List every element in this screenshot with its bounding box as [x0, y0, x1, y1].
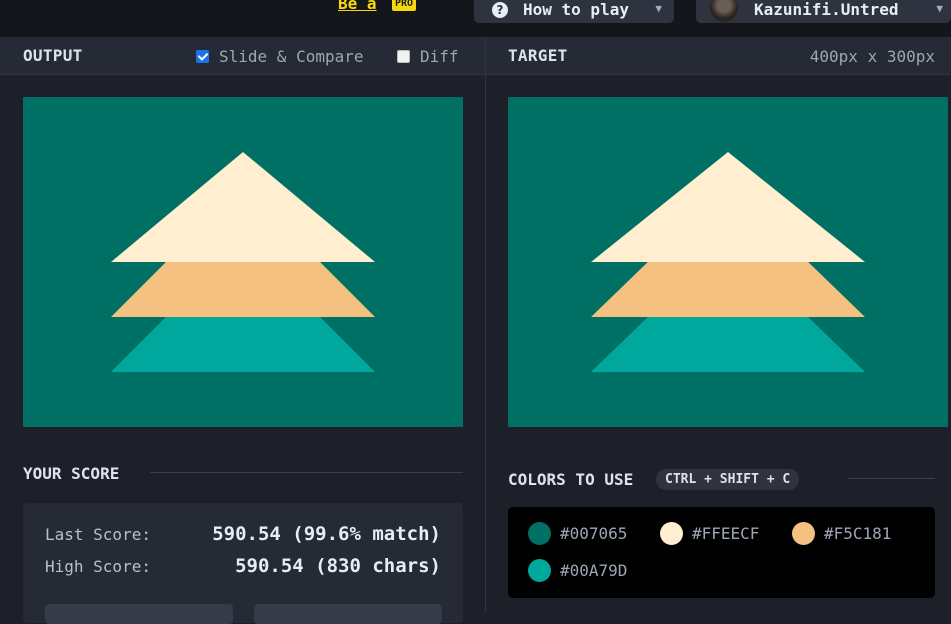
- slide-compare-toggle[interactable]: Slide & Compare: [196, 47, 364, 66]
- how-to-play-button[interactable]: ? How to play ▼: [474, 0, 674, 23]
- middle-trapezoid: [111, 257, 375, 317]
- score-panel: Last Score: 590.54 (99.6% match) High Sc…: [23, 503, 463, 624]
- last-score-label: Last Score:: [45, 525, 151, 544]
- user-menu-button[interactable]: Kazunifi.Untred ▼: [696, 0, 951, 23]
- slide-compare-checkbox[interactable]: [196, 50, 209, 63]
- output-canvas[interactable]: [23, 97, 463, 427]
- score-title: YOUR SCORE: [23, 464, 120, 483]
- panel-divider: [485, 37, 486, 612]
- color-swatch-item[interactable]: #007065: [528, 522, 627, 545]
- color-hex-label: #FFEECF: [692, 524, 760, 543]
- output-title: OUTPUT: [23, 46, 83, 65]
- how-to-play-label: How to play: [523, 0, 629, 19]
- colors-panel: #007065 #FFEECF #F5C181 #00A79D: [508, 507, 935, 598]
- colors-title: COLORS TO USE: [508, 470, 634, 489]
- copy-colors-shortcut: CTRL + SHIFT + C: [656, 469, 800, 490]
- color-swatch: [528, 522, 551, 545]
- target-dimensions: 400px x 300px: [809, 47, 935, 66]
- diff-checkbox[interactable]: [397, 50, 410, 63]
- pro-badge[interactable]: PRO: [392, 0, 417, 11]
- be-a-pro-link[interactable]: Be a: [338, 0, 377, 13]
- avatar: [710, 0, 738, 22]
- top-triangle: [591, 152, 865, 262]
- top-triangle: [111, 152, 375, 262]
- high-score-value: 590.54 (830 chars): [235, 555, 441, 577]
- bottom-trapezoid: [111, 312, 375, 372]
- diff-label: Diff: [420, 47, 459, 66]
- slide-compare-label: Slide & Compare: [219, 47, 364, 66]
- bottom-trapezoid: [591, 312, 865, 372]
- color-hex-label: #F5C181: [824, 524, 892, 543]
- last-score-value: 590.54 (99.6% match): [212, 523, 441, 545]
- target-canvas: [508, 97, 948, 427]
- diff-toggle[interactable]: Diff: [397, 47, 459, 66]
- high-score-row: High Score: 590.54 (830 chars): [45, 555, 441, 577]
- question-circle-icon: ?: [492, 1, 508, 18]
- top-bar: Be a PRO ? How to play ▼ Kazunifi.Untred…: [0, 0, 951, 37]
- target-drawing: [591, 152, 865, 372]
- caret-down-icon: ▼: [936, 2, 943, 15]
- colors-rule: [848, 478, 935, 479]
- target-header: TARGET 400px x 300px: [486, 37, 951, 75]
- color-swatch: [528, 559, 551, 582]
- color-swatch: [792, 522, 815, 545]
- username-label: Kazunifi.Untred: [754, 0, 899, 19]
- color-swatch-item[interactable]: #00A79D: [528, 559, 627, 582]
- caret-down-icon: ▼: [655, 2, 662, 15]
- target-title: TARGET: [508, 46, 568, 65]
- score-rule: [150, 472, 463, 473]
- middle-trapezoid: [591, 257, 865, 317]
- score-action-button-2[interactable]: [254, 604, 442, 624]
- output-header: OUTPUT Slide & Compare Diff: [0, 37, 485, 75]
- color-swatch-item[interactable]: #F5C181: [792, 522, 891, 545]
- high-score-label: High Score:: [45, 557, 151, 576]
- color-hex-label: #00A79D: [560, 561, 628, 580]
- score-action-button-1[interactable]: [45, 604, 233, 624]
- output-drawing: [111, 152, 375, 372]
- color-hex-label: #007065: [560, 524, 628, 543]
- last-score-row: Last Score: 590.54 (99.6% match): [45, 523, 441, 545]
- color-swatch: [660, 522, 683, 545]
- color-swatch-item[interactable]: #FFEECF: [660, 522, 759, 545]
